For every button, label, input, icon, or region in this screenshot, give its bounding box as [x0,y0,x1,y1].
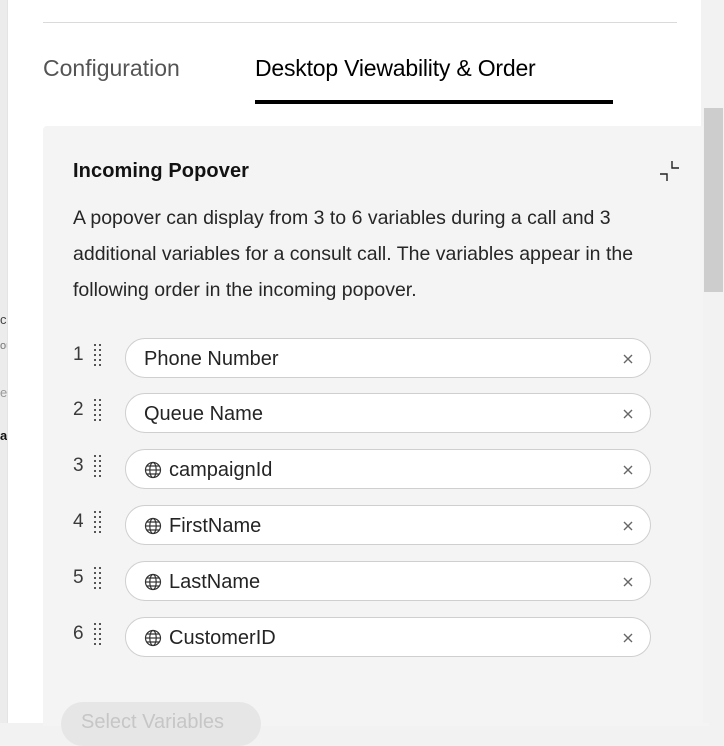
remove-variable-icon[interactable] [620,574,636,590]
variable-label: campaignId [169,459,273,481]
incoming-popover-card: Incoming Popover A popover can display f… [43,126,709,746]
variable-position: 3 [73,455,84,476]
active-tab-indicator [255,100,613,104]
scrollbar[interactable] [703,108,724,723]
remove-variable-icon[interactable] [620,351,636,367]
card-description: A popover can display from 3 to 6 variab… [73,207,634,301]
drag-handle-icon[interactable] [93,509,103,535]
variable-label: CustomerID [169,627,276,649]
variable-position: 1 [73,344,84,365]
remove-variable-icon[interactable] [620,630,636,646]
variable-row: 5 LastName [73,561,653,601]
globe-icon [144,573,162,591]
variable-row: 2 Queue Name [73,393,653,433]
variable-label: FirstName [169,515,262,537]
header-divider [43,22,677,23]
card-title: Incoming Popover [73,160,250,182]
globe-icon [144,517,162,535]
variable-pill[interactable]: LastName [125,561,651,601]
variable-row: 3 campaignId [73,449,653,489]
variable-pill[interactable]: CustomerID [125,617,651,657]
variable-pill[interactable]: Phone Number [125,338,651,378]
drag-handle-icon[interactable] [93,397,103,423]
variable-position: 4 [73,511,84,532]
variable-label: LastName [169,571,261,593]
variable-position: 5 [73,567,84,588]
globe-icon [144,629,162,647]
tab-desktop-viewability-order[interactable]: Desktop Viewability & Order [255,54,536,82]
drag-handle-icon[interactable] [93,453,103,479]
variable-position: 6 [73,623,84,644]
collapse-button[interactable] [655,158,685,188]
collapse-icon [660,161,679,181]
variable-row: 1 Phone Number [73,338,653,378]
variable-position: 2 [73,399,84,420]
variable-label: Queue Name [144,403,263,425]
tab-configuration[interactable]: Configuration [43,54,180,82]
variable-pill[interactable]: campaignId [125,449,651,489]
variable-row: 4 FirstName [73,505,653,545]
variable-row: 6 CustomerID [73,617,653,657]
drag-handle-icon[interactable] [93,621,103,647]
drag-handle-icon[interactable] [93,565,103,591]
variable-pill[interactable]: FirstName [125,505,651,545]
globe-icon [144,461,162,479]
variable-pill[interactable]: Queue Name [125,393,651,433]
remove-variable-icon[interactable] [620,518,636,534]
variable-label: Phone Number [144,348,279,370]
side-panel: Configuration Desktop Viewability & Orde… [7,0,709,746]
scrollbar-thumb[interactable] [704,108,723,292]
remove-variable-icon[interactable] [620,406,636,422]
background-text-fragment: c [0,312,7,327]
remove-variable-icon[interactable] [620,462,636,478]
select-variables-button[interactable]: Select Variables [61,702,261,746]
drag-handle-icon[interactable] [93,342,103,368]
